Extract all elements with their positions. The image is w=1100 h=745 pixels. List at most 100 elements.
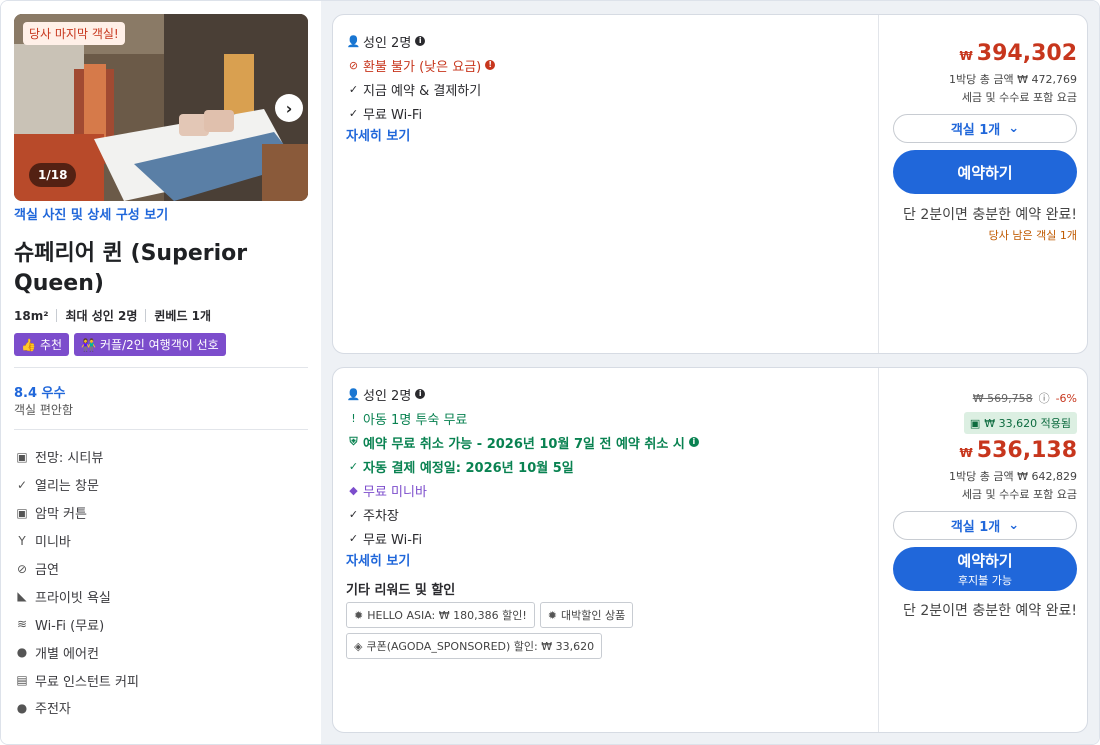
book-button[interactable]: 예약하기 <box>893 150 1077 194</box>
no-smoking-icon: ⊘ <box>16 561 28 576</box>
room-bed: 퀸베드 1개 <box>154 309 212 323</box>
room-photo[interactable]: 당사 마지막 객실! › 1/18 <box>14 14 308 201</box>
amenity-item: ● 개별 에어컨 <box>14 638 139 666</box>
applied-discount-badge: ▣ ₩ 33,620 적용됨 <box>963 412 1077 434</box>
feature-refund: ⊘ 환불 불가 (낮은 요금)! <box>346 53 866 77</box>
coupon-icon: ▣ <box>969 416 981 430</box>
offer-features: 👤 성인 2명 i ǃ 아동 1명 투숙 무료 ⛨ 예약 무료 취소 가능 - 2026… <box>346 382 866 659</box>
promo-list: ✹ HELLO ASIA: ₩ 180,386 할인! ✹ 대박할인 상품 ◈ 쿠폰(… <box>346 602 686 659</box>
info-icon[interactable]: ⓘ <box>1039 390 1050 406</box>
offer-features: 👤 성인 2명 i ⊘ 환불 불가 (낮은 요금)! ✓ 지금 예약 & 결제하기 ✓ 무… <box>346 29 866 144</box>
book-button[interactable]: 예약하기 후지불 가능 <box>893 547 1077 591</box>
info-icon[interactable]: i <box>688 437 699 447</box>
per-night-total: 1박당 총 금액 ₩ 472,769 <box>949 73 1077 86</box>
tax-note: 세금 및 수수료 포함 요금 <box>961 91 1077 104</box>
offer-card: 👤 성인 2명 i ⊘ 환불 불가 (낮은 요금)! ✓ 지금 예약 & 결제하기 ✓ 무… <box>332 14 1088 354</box>
badge-icon: ✹ <box>354 608 364 622</box>
room-offer-panel: 당사 마지막 객실! › 1/18 객실 사진 및 상세 구성 보기 슈페리어 … <box>0 0 1100 745</box>
room-qty-select[interactable]: 객실 1개 ⌄ <box>893 114 1077 143</box>
divider <box>14 429 308 430</box>
photo-details-link[interactable]: 객실 사진 및 상세 구성 보기 <box>14 204 168 223</box>
cocktail-icon: Y <box>18 533 26 548</box>
check-circle-icon: ● <box>16 645 28 660</box>
feature-adults: 👤 성인 2명 i <box>346 382 866 406</box>
shield-check-icon: ⛨ <box>349 435 358 448</box>
amenity-item: ▤ 무료 인스턴트 커피 <box>14 666 139 694</box>
feature-pay-now: ✓ 지금 예약 & 결제하기 <box>346 77 866 101</box>
price-column: ₩ 569,758 ⓘ -6% ▣ ₩ 33,620 적용됨 ₩536,138 1… <box>879 368 1087 732</box>
amenity-item: ≋ Wi-Fi (무료) <box>14 610 139 638</box>
badge-icon: ✹ <box>547 608 557 622</box>
person-icon: 👤 <box>346 387 361 401</box>
feature-minibar: ◆ 무료 미니바 <box>346 478 866 502</box>
room-rating: 8.4 우수 <box>14 386 66 401</box>
blackout-icon: ▣ <box>16 505 28 520</box>
room-capacity: 최대 성인 2명 <box>65 309 138 323</box>
tag-couple: 👫 커플/2인 여행객이 선호 <box>74 333 226 356</box>
check-icon: ✓ <box>348 82 359 96</box>
room-info-column: 당사 마지막 객실! › 1/18 객실 사진 및 상세 구성 보기 슈페리어 … <box>1 1 321 744</box>
feature-auto-pay: ✓ 자동 결제 예정일: 2026년 10월 5일 <box>346 454 866 478</box>
discount-percent: -6% <box>1055 391 1077 405</box>
person-icon: 👤 <box>346 34 361 48</box>
promo-title: 기타 리워드 및 할인 <box>346 582 456 598</box>
feature-adults: 👤 성인 2명 i <box>346 29 866 53</box>
view-icon: ▣ <box>16 449 28 464</box>
amenity-item: ▣ 암막 커튼 <box>14 499 139 527</box>
room-qty-select[interactable]: 객실 1개 ⌄ <box>893 511 1077 540</box>
couple-icon: 👫 <box>81 337 96 352</box>
feature-child-free: ǃ 아동 1명 투숙 무료 <box>346 406 866 430</box>
amenity-item: ⊘ 금연 <box>14 555 139 583</box>
check-icon: ✓ <box>348 507 359 521</box>
check-icon: ✓ <box>348 106 359 120</box>
photo-counter: 1/18 <box>29 163 77 187</box>
original-price-row: ₩ 569,758 ⓘ -6% <box>893 390 1077 406</box>
check-circle-icon: ● <box>16 700 28 715</box>
thumbs-up-icon: 👍 <box>21 337 36 352</box>
promo-chip[interactable]: ✹ HELLO ASIA: ₩ 180,386 할인! <box>346 602 535 628</box>
price: ₩536,138 <box>959 438 1077 463</box>
feature-wifi: ✓ 무료 Wi-Fi <box>346 526 866 550</box>
chevron-right-icon[interactable]: › <box>275 94 303 122</box>
amenity-item: ▣ 전망: 시티뷰 <box>14 443 139 471</box>
check-icon: ✓ <box>348 531 359 545</box>
child-icon: ǃ <box>351 411 356 425</box>
last-room-badge: 당사 마지막 객실! <box>23 22 125 45</box>
check-icon: ✓ <box>348 459 359 473</box>
room-title: 슈페리어 퀸 (Superior Queen) <box>14 241 248 296</box>
amenity-item: Y 미니바 <box>14 527 139 555</box>
check-icon: ✓ <box>16 477 28 492</box>
price: ₩394,302 <box>959 41 1077 66</box>
coupon-tag-icon: ◈ <box>354 639 363 653</box>
details-link[interactable]: 자세히 보기 <box>346 550 866 569</box>
last-room-note: 당사 남은 객실 1개 <box>988 229 1077 242</box>
amenity-item: ✓ 열리는 창문 <box>14 471 139 499</box>
original-price: ₩ 569,758 <box>972 391 1033 405</box>
chevron-down-icon: ⌄ <box>1008 518 1020 533</box>
info-icon[interactable]: i <box>415 389 426 399</box>
feature-free-cancel: ⛨ 예약 무료 취소 가능 - 2026년 10월 7일 전 예약 취소 시i <box>346 430 866 454</box>
price-column: ₩394,302 1박당 총 금액 ₩ 472,769 세금 및 수수료 포함 … <box>879 15 1087 353</box>
quick-booking-note: 단 2분이면 충분한 예약 완료! <box>903 603 1077 619</box>
tag-recommended: 👍 추천 <box>14 333 70 356</box>
chevron-down-icon: ⌄ <box>1008 121 1020 136</box>
wifi-icon: ≋ <box>16 617 28 632</box>
feature-wifi: ✓ 무료 Wi-Fi <box>346 101 866 125</box>
tax-note: 세금 및 수수료 포함 요금 <box>961 488 1077 501</box>
offer-card: 👤 성인 2명 i ǃ 아동 1명 투숙 무료 ⛨ 예약 무료 취소 가능 - 2026… <box>332 367 1088 733</box>
details-link[interactable]: 자세히 보기 <box>346 125 866 144</box>
per-night-total: 1박당 총 금액 ₩ 642,829 <box>949 470 1077 483</box>
info-icon[interactable]: ! <box>485 60 496 70</box>
divider <box>14 367 308 368</box>
coffee-icon: ▤ <box>16 673 28 688</box>
gem-icon: ◆ <box>349 483 358 497</box>
promo-chip[interactable]: ◈ 쿠폰(AGODA_SPONSORED) 할인: ₩ 33,620 <box>346 633 603 659</box>
room-specs: 18m² 최대 성인 2명 퀸베드 1개 <box>14 307 211 324</box>
room-size: 18m² <box>14 308 49 323</box>
room-tags: 👍 추천 👫 커플/2인 여행객이 선호 <box>14 333 226 356</box>
bath-icon: ◣ <box>17 589 27 604</box>
info-icon[interactable]: i <box>415 36 426 46</box>
quick-booking-note: 단 2분이면 충분한 예약 완료! <box>903 207 1077 223</box>
promo-chip[interactable]: ✹ 대박할인 상품 <box>539 602 634 628</box>
feature-parking: ✓ 주차장 <box>346 502 866 526</box>
